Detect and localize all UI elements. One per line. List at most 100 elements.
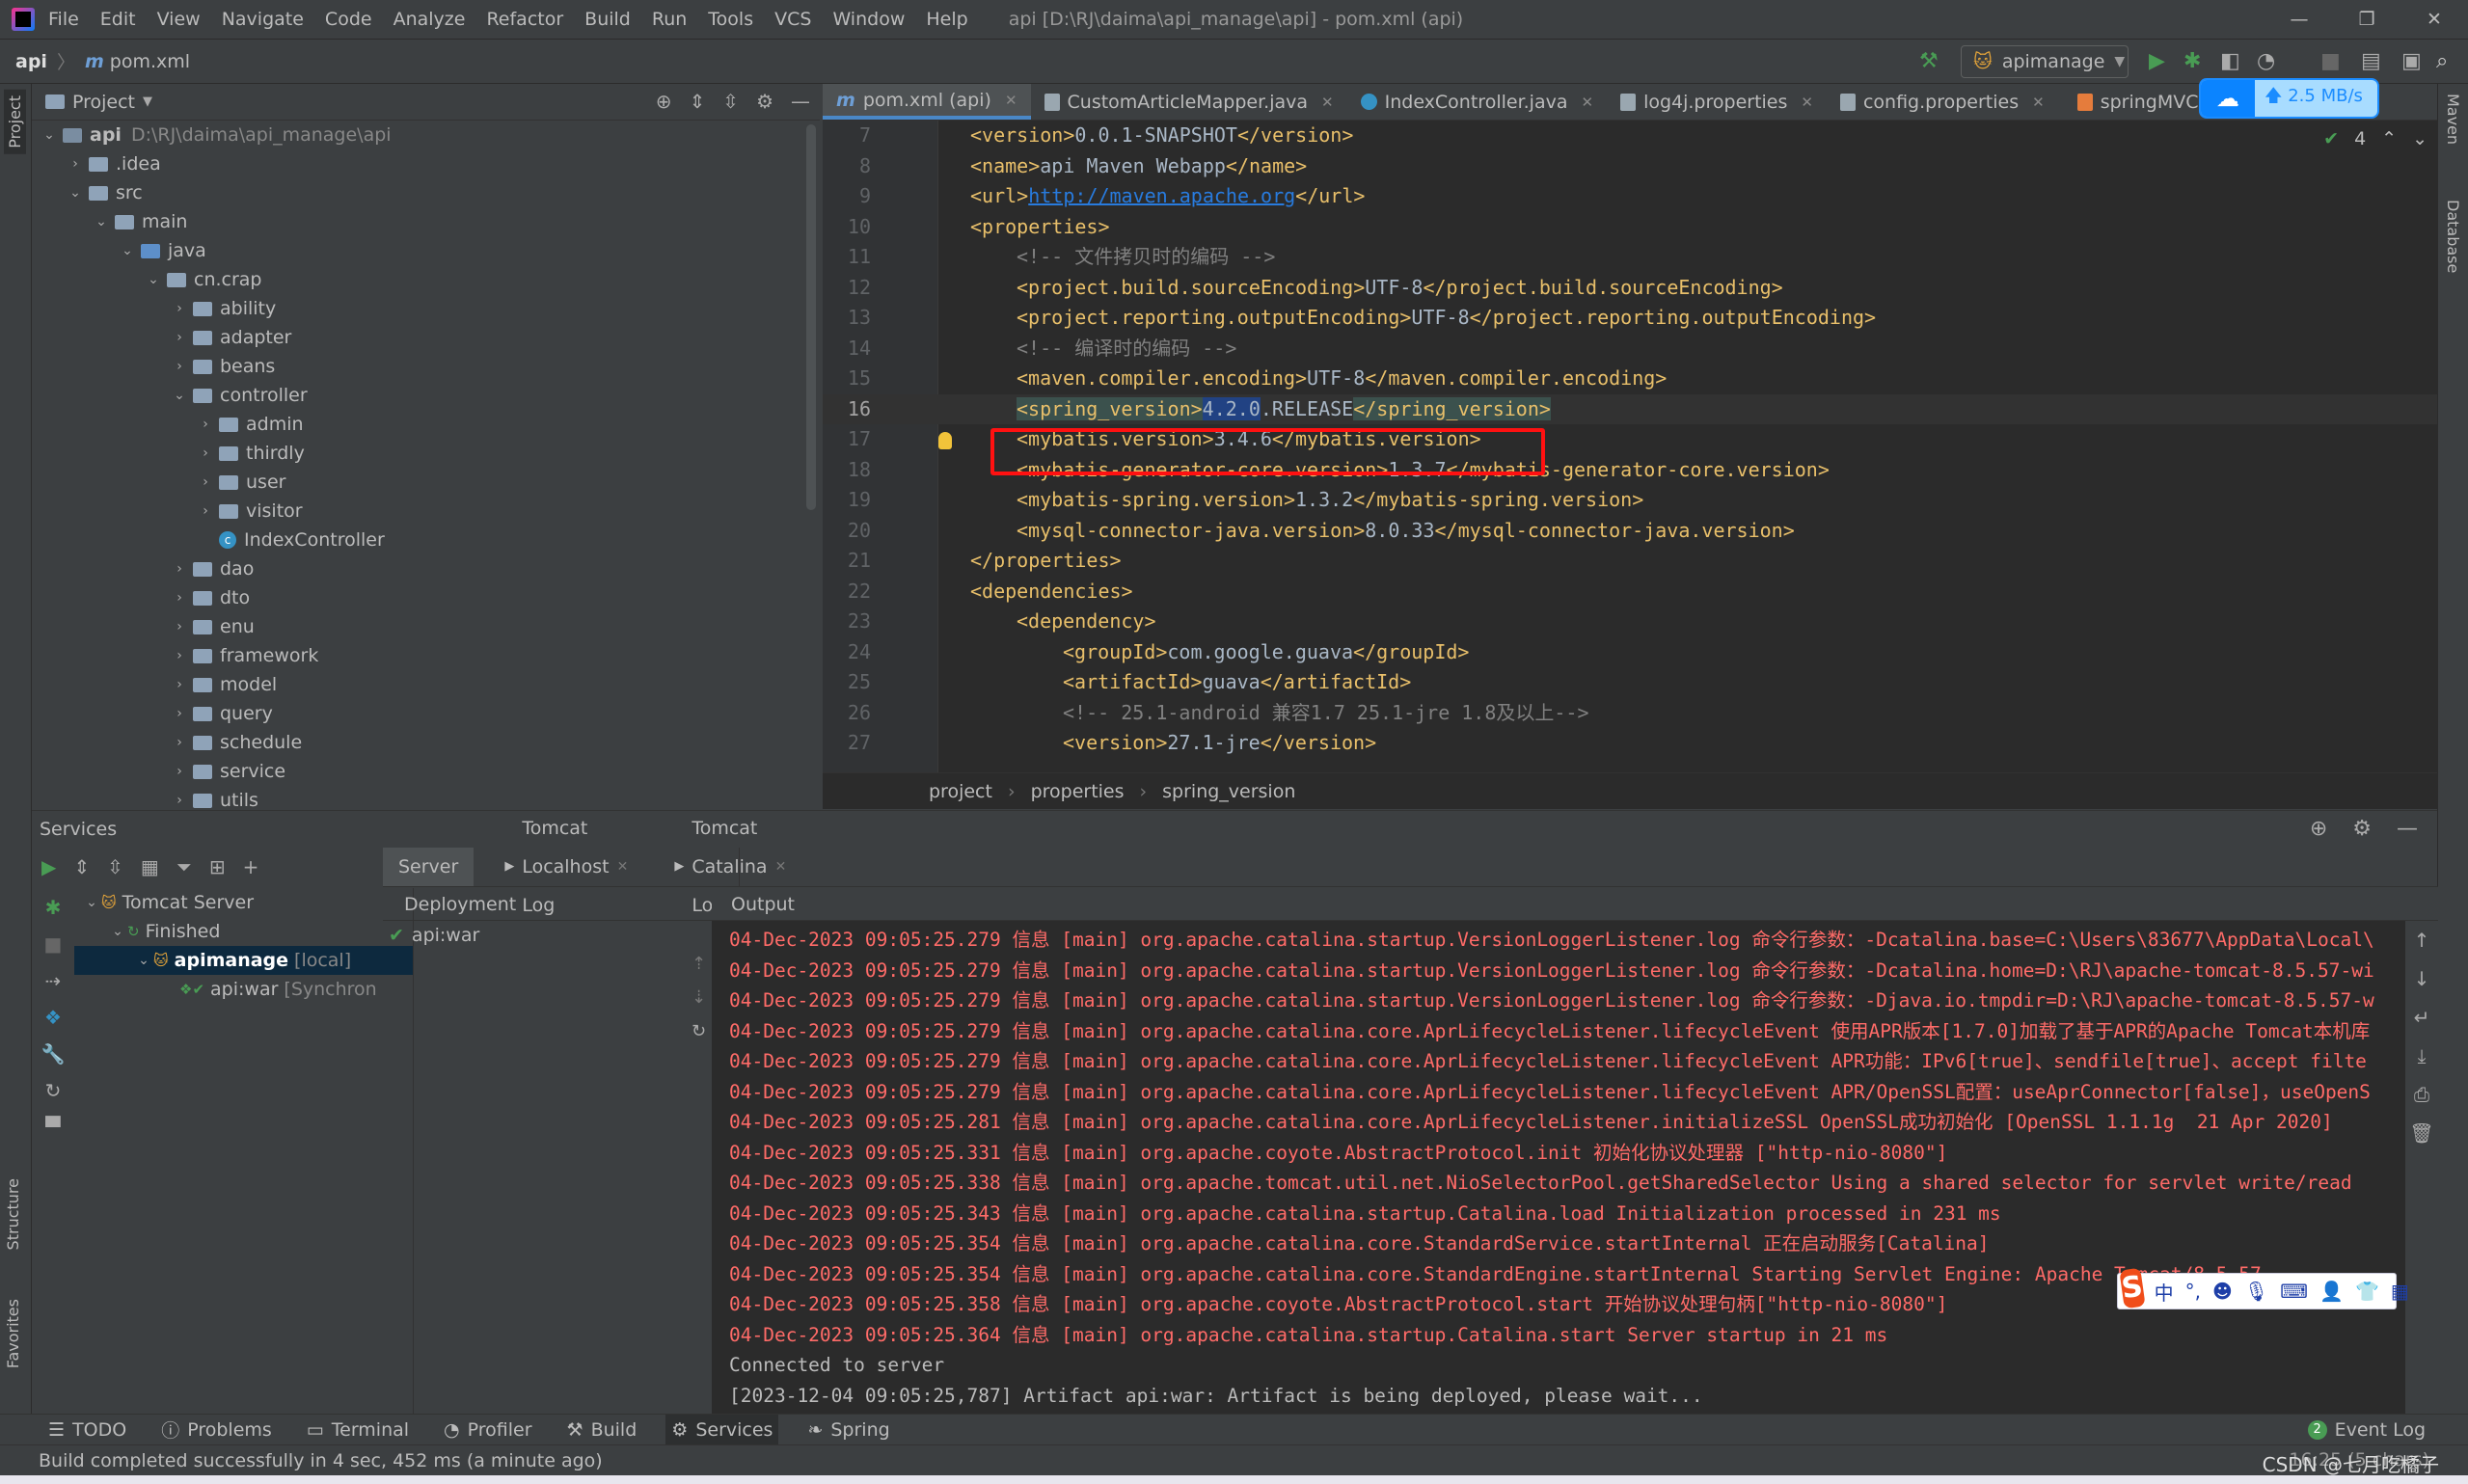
tool-window-services[interactable]: ⚙ Services (665, 1414, 779, 1445)
chevron-down-icon[interactable]: ⌄ (82, 895, 101, 910)
collapse-all-icon[interactable]: ⇳ (107, 855, 123, 878)
code-line[interactable]: 15 <maven.compiler.encoding>UTF-8</maven.… (823, 364, 2437, 394)
tree-item[interactable]: ⌄ controller (32, 381, 820, 410)
tree-item[interactable]: › enu (32, 612, 820, 641)
service-tab[interactable]: ▶ Tomcat Localhost Log ✕ (489, 818, 643, 916)
maven-tool-tab[interactable]: Maven (2444, 94, 2462, 145)
expand-all-icon[interactable]: ⇕ (690, 90, 706, 113)
code-line[interactable]: 16 <spring_version>4.2.0.RELEASE</spring_… (823, 393, 2437, 424)
run-icon[interactable]: ▶ (41, 855, 56, 878)
chevron-right-icon[interactable]: › (170, 706, 189, 721)
filter-icon[interactable]: ⏷ (176, 855, 192, 878)
add-icon[interactable]: ⊕ (2310, 817, 2327, 841)
structure-tool-tab[interactable]: Structure (4, 1178, 22, 1250)
nav-crumb-project[interactable]: api (15, 51, 47, 72)
tree-item[interactable]: › service (32, 757, 820, 786)
editor-tab[interactable]: IndexController.java ✕ (1347, 84, 1607, 120)
menu-analyze[interactable]: Analyze (393, 9, 466, 30)
chevron-down-icon[interactable]: ⌄ (66, 185, 85, 201)
tree-item[interactable]: c IndexController (32, 526, 820, 554)
tree-item[interactable]: › query (32, 699, 820, 728)
code-line[interactable]: 7 <version>0.0.1-SNAPSHOT</version> (823, 121, 2437, 151)
group-icon[interactable]: ▦ (141, 855, 159, 878)
tree-item[interactable]: ⌄ api D:\RJ\daima\api_manage\api (32, 121, 820, 149)
tree-item[interactable]: › visitor (32, 497, 820, 526)
layout-icon[interactable]: ▀ (45, 1116, 60, 1139)
punctuation-icon[interactable]: °, (2185, 1280, 2201, 1303)
nav-crumb-file[interactable]: pom.xml (110, 51, 190, 72)
gear-icon[interactable]: ⚙ (756, 90, 773, 113)
close-tab-icon[interactable]: ✕ (775, 848, 787, 886)
chevron-right-icon[interactable]: › (66, 156, 85, 172)
chevron-down-icon[interactable]: ⌄ (170, 388, 189, 403)
tool-window-build[interactable]: ⚒ Build (561, 1415, 643, 1445)
deploy-icon[interactable]: ⇢ (45, 969, 62, 992)
project-tool-tab[interactable]: Project (4, 90, 26, 154)
menu-run[interactable]: Run (652, 9, 687, 30)
chevron-down-icon[interactable]: ⌄ (134, 953, 153, 968)
tree-item[interactable]: › ability (32, 294, 820, 323)
breadcrumb-properties[interactable]: properties (1031, 781, 1125, 802)
chevron-down-icon[interactable]: ⌄ (92, 214, 111, 229)
chevron-down-icon[interactable]: ⌄ (118, 243, 137, 258)
menu-vcs[interactable]: VCS (774, 9, 811, 30)
close-tab-icon[interactable]: ✕ (1581, 94, 1593, 111)
user-icon[interactable]: 👤 (2319, 1280, 2344, 1303)
tree-item[interactable]: › model (32, 670, 820, 699)
chevron-down-icon[interactable]: ⌄ (144, 272, 163, 287)
refresh-icon[interactable]: ↻ (45, 1079, 62, 1102)
microphone-icon[interactable]: 🎙 (2244, 1280, 2268, 1303)
tree-item[interactable]: › thirdly (32, 439, 820, 468)
stop-icon[interactable]: ■ (44, 932, 63, 956)
close-tab-icon[interactable]: ✕ (1801, 94, 1813, 111)
favorites-tool-tab[interactable]: Favorites (4, 1299, 22, 1368)
chevron-right-icon[interactable]: › (196, 503, 215, 519)
editor-tab[interactable]: m pom.xml (api) ✕ (823, 84, 1031, 120)
arrow-up-icon[interactable]: ↑ (2414, 929, 2430, 952)
menu-refactor[interactable]: Refactor (486, 9, 563, 30)
code-line[interactable]: 23 <dependency> (823, 607, 2437, 637)
code-line[interactable]: 13 <project.reporting.outputEncoding>UTF-… (823, 303, 2437, 334)
chevron-right-icon[interactable]: › (170, 619, 189, 634)
gear-icon[interactable]: ⚙ (2352, 817, 2372, 841)
chevron-right-icon[interactable]: › (196, 417, 215, 432)
tree-item[interactable]: ⌄ main (32, 207, 820, 236)
close-button[interactable]: ✕ (2400, 0, 2468, 40)
menu-build[interactable]: Build (584, 9, 631, 30)
close-tab-icon[interactable]: ✕ (1321, 94, 1334, 111)
tree-item[interactable]: › dto (32, 583, 820, 612)
profile-icon[interactable]: ◔ (2257, 49, 2275, 73)
restore-button[interactable]: ❐ (2333, 0, 2400, 40)
redeploy-icon[interactable]: ↻ (692, 1021, 706, 1041)
collapse-all-icon[interactable]: ⇳ (722, 90, 739, 113)
event-log-button[interactable]: 2 Event Log (2307, 1415, 2426, 1445)
deploy-up-icon[interactable]: ⇡ (692, 954, 706, 974)
expand-all-icon[interactable]: ⇕ (73, 855, 90, 878)
menu-window[interactable]: Window (832, 9, 905, 30)
project-scrollbar[interactable] (806, 124, 816, 510)
skin-icon[interactable]: 👕 (2355, 1280, 2379, 1303)
output-console[interactable]: 04-Dec-2023 09:05:25.279 信息 [main] org.a… (712, 921, 2424, 1415)
debug-icon[interactable]: ✱ (45, 896, 62, 919)
print-icon[interactable]: ⎙ (2414, 1083, 2429, 1106)
wrench-icon[interactable]: 🔧 (41, 1042, 66, 1066)
locate-icon[interactable]: ⊕ (656, 90, 672, 113)
project-view-select[interactable]: Project (72, 92, 135, 113)
chevron-right-icon[interactable]: › (170, 301, 189, 316)
code-line[interactable]: 22 <dependencies> (823, 577, 2437, 607)
emoji-icon[interactable]: ☻ (2212, 1280, 2233, 1303)
menu-help[interactable]: Help (926, 9, 967, 30)
tree-item[interactable]: ⌄ src (32, 178, 820, 207)
menu-navigate[interactable]: Navigate (222, 9, 304, 30)
code-line[interactable]: 21 </properties> (823, 546, 2437, 577)
arrow-down-icon[interactable]: ↓ (2414, 967, 2430, 990)
project-structure-icon[interactable]: ▤ (2361, 49, 2381, 73)
tree-item[interactable]: ⌄ java (32, 236, 820, 265)
menu-edit[interactable]: Edit (100, 9, 136, 30)
service-tree-item[interactable]: ⌄ 🐱 Tomcat Server (74, 888, 413, 917)
next-highlight-icon[interactable]: ⌄ (2412, 128, 2427, 149)
tree-item[interactable]: › beans (32, 352, 820, 381)
breadcrumb-spring-version[interactable]: spring_version (1162, 781, 1295, 802)
keyboard-icon[interactable]: ⌨ (2280, 1280, 2308, 1303)
close-tab-icon[interactable]: ✕ (617, 848, 629, 886)
